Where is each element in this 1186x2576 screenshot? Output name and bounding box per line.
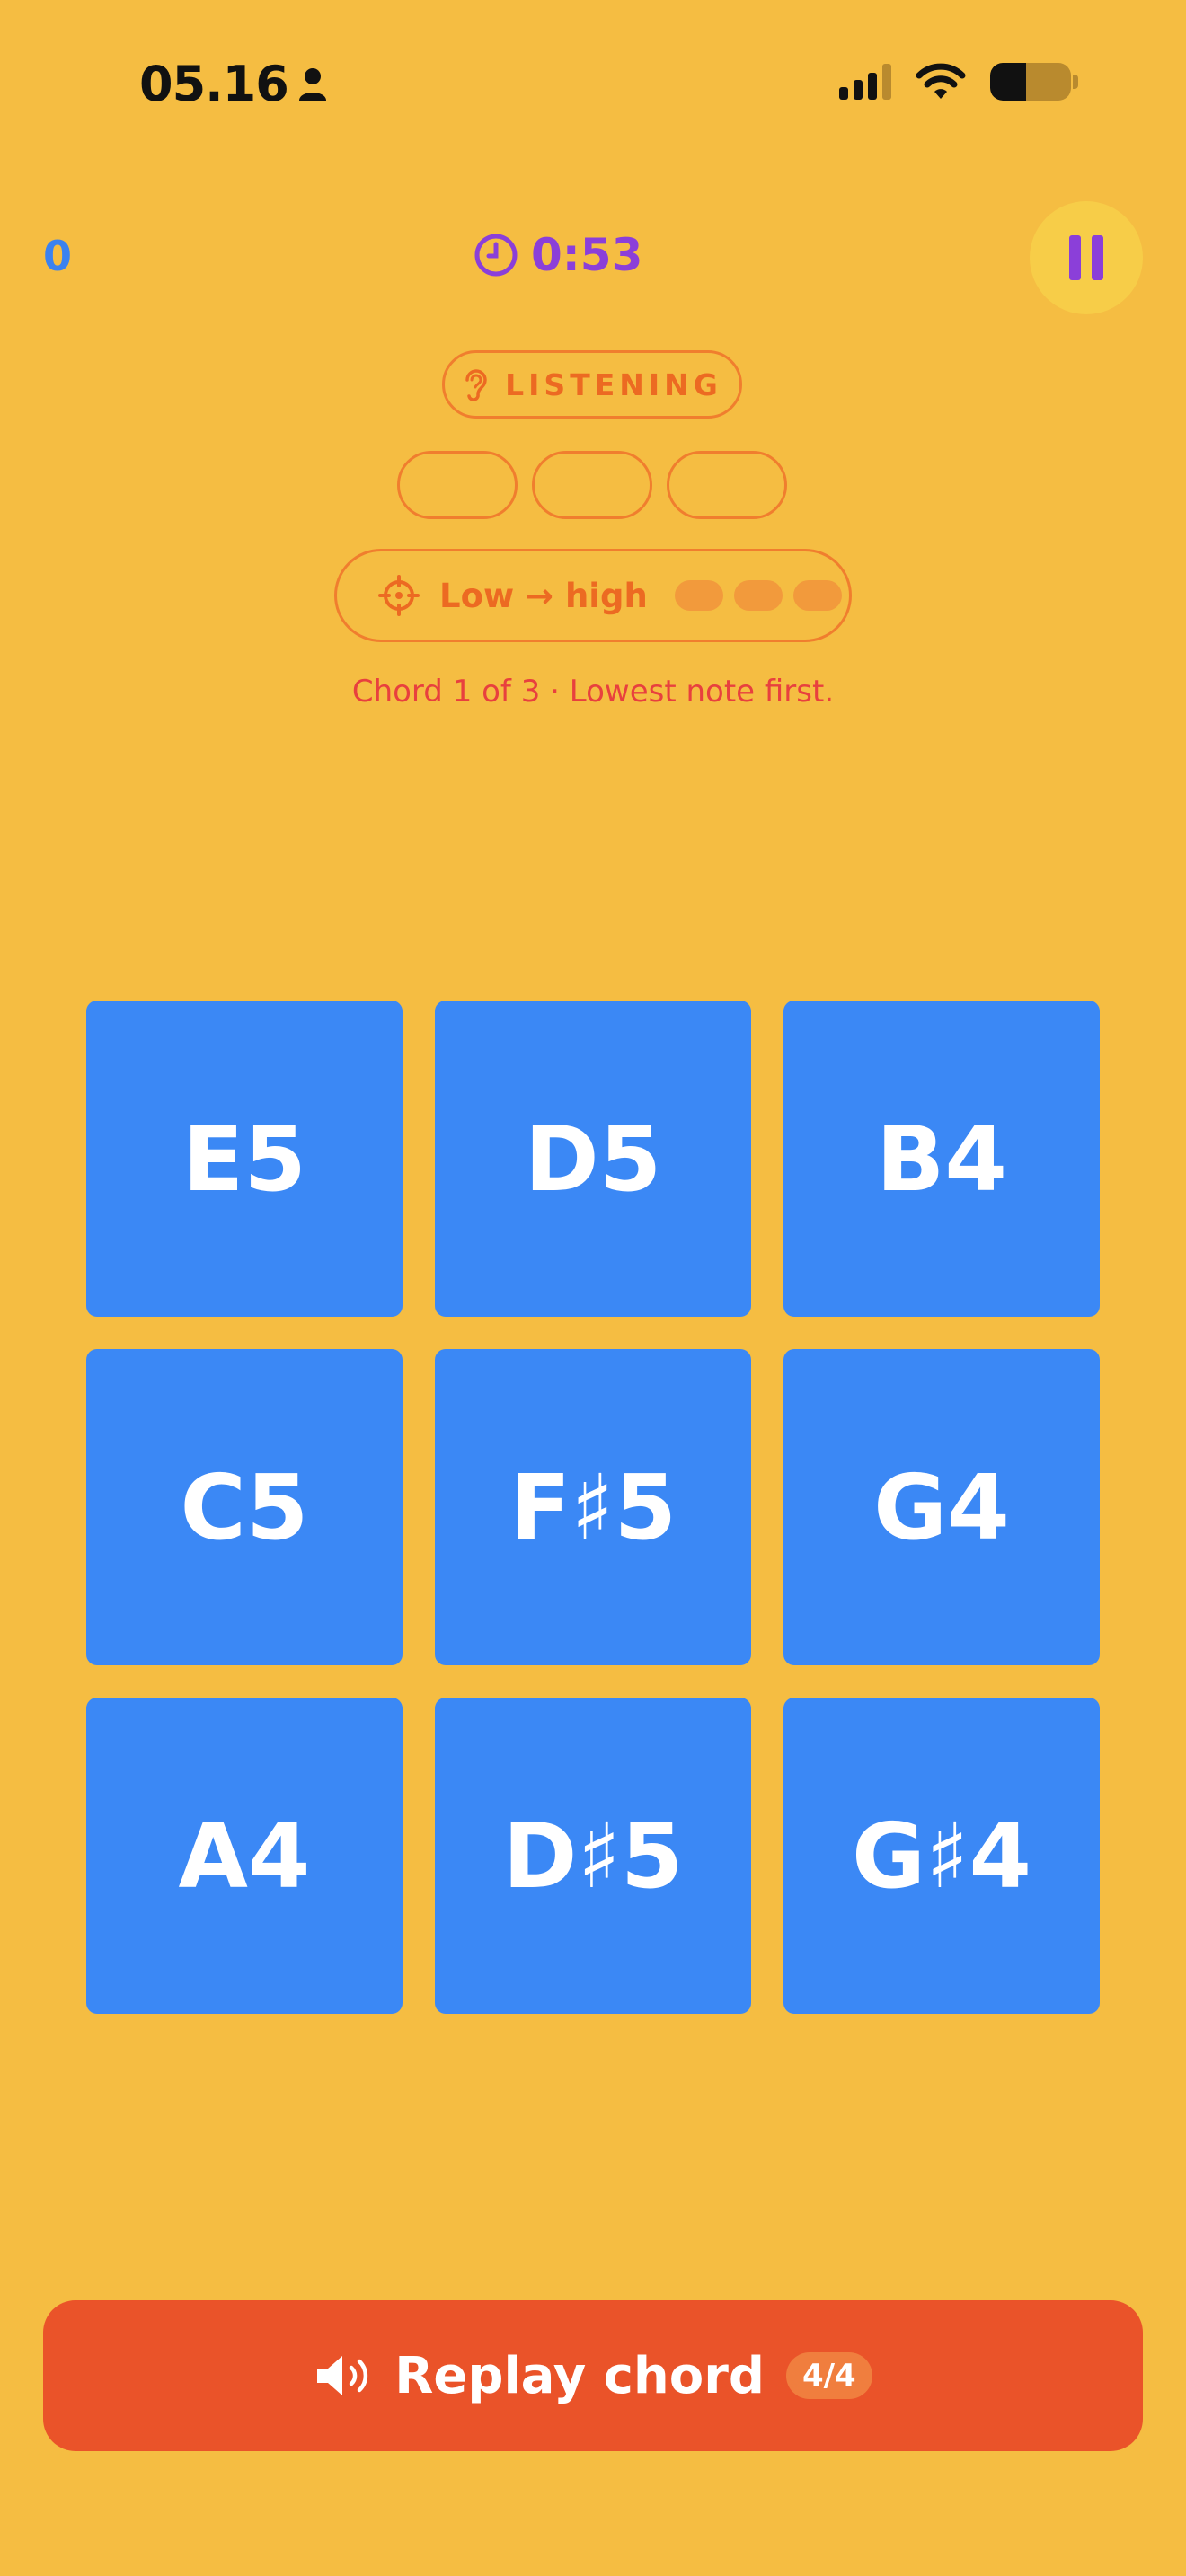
target-icon bbox=[378, 575, 420, 616]
clock-text: 05.16 bbox=[139, 56, 289, 112]
answer-slot bbox=[667, 451, 787, 519]
note-key[interactable]: C5 bbox=[86, 1349, 403, 1665]
mode-badge: LISTENING bbox=[442, 350, 742, 419]
answer-slot bbox=[397, 451, 518, 519]
note-key[interactable]: A4 bbox=[86, 1698, 403, 2014]
progress-dot bbox=[792, 580, 842, 611]
battery-icon bbox=[990, 63, 1071, 101]
signal-icon bbox=[839, 64, 891, 100]
progress-dots bbox=[674, 580, 842, 611]
hint-text: Chord 1 of 3 · Lowest note first. bbox=[351, 674, 835, 710]
pause-button[interactable] bbox=[1030, 201, 1143, 314]
replay-chord-button[interactable]: Replay chord 4/4 bbox=[43, 2300, 1143, 2451]
note-key[interactable]: D5 bbox=[435, 1001, 751, 1317]
note-key[interactable]: B4 bbox=[783, 1001, 1100, 1317]
order-badge: Low → high bbox=[334, 549, 852, 642]
replay-label: Replay chord bbox=[394, 2346, 765, 2405]
answer-slot bbox=[532, 451, 652, 519]
order-label: Low → high bbox=[439, 576, 648, 615]
ear-icon bbox=[465, 369, 487, 401]
timer-text: 0:53 bbox=[531, 229, 643, 281]
wifi-icon bbox=[916, 63, 966, 99]
progress-dot bbox=[733, 580, 783, 611]
timer: 0:53 bbox=[474, 229, 642, 281]
note-key[interactable]: F♯5 bbox=[435, 1349, 751, 1665]
note-key[interactable]: G♯4 bbox=[783, 1698, 1100, 2014]
note-key[interactable]: G4 bbox=[783, 1349, 1100, 1665]
status-bar-time: 05.16 bbox=[139, 56, 328, 112]
progress-dot bbox=[674, 580, 723, 611]
note-key-grid: E5 D5 B4 C5 F♯5 G4 A4 D♯5 G♯4 bbox=[86, 1001, 1100, 2014]
replay-count-badge: 4/4 bbox=[785, 2352, 872, 2399]
clock-icon bbox=[474, 234, 518, 277]
speaker-icon bbox=[317, 2356, 368, 2395]
person-icon bbox=[298, 67, 326, 101]
score: 0 bbox=[43, 232, 73, 280]
pause-icon bbox=[1069, 235, 1081, 280]
status-bar-icons bbox=[839, 63, 1078, 101]
answer-slots bbox=[397, 451, 787, 519]
mode-label: LISTENING bbox=[505, 366, 722, 402]
note-key[interactable]: D♯5 bbox=[435, 1698, 751, 2014]
note-key[interactable]: E5 bbox=[86, 1001, 403, 1317]
